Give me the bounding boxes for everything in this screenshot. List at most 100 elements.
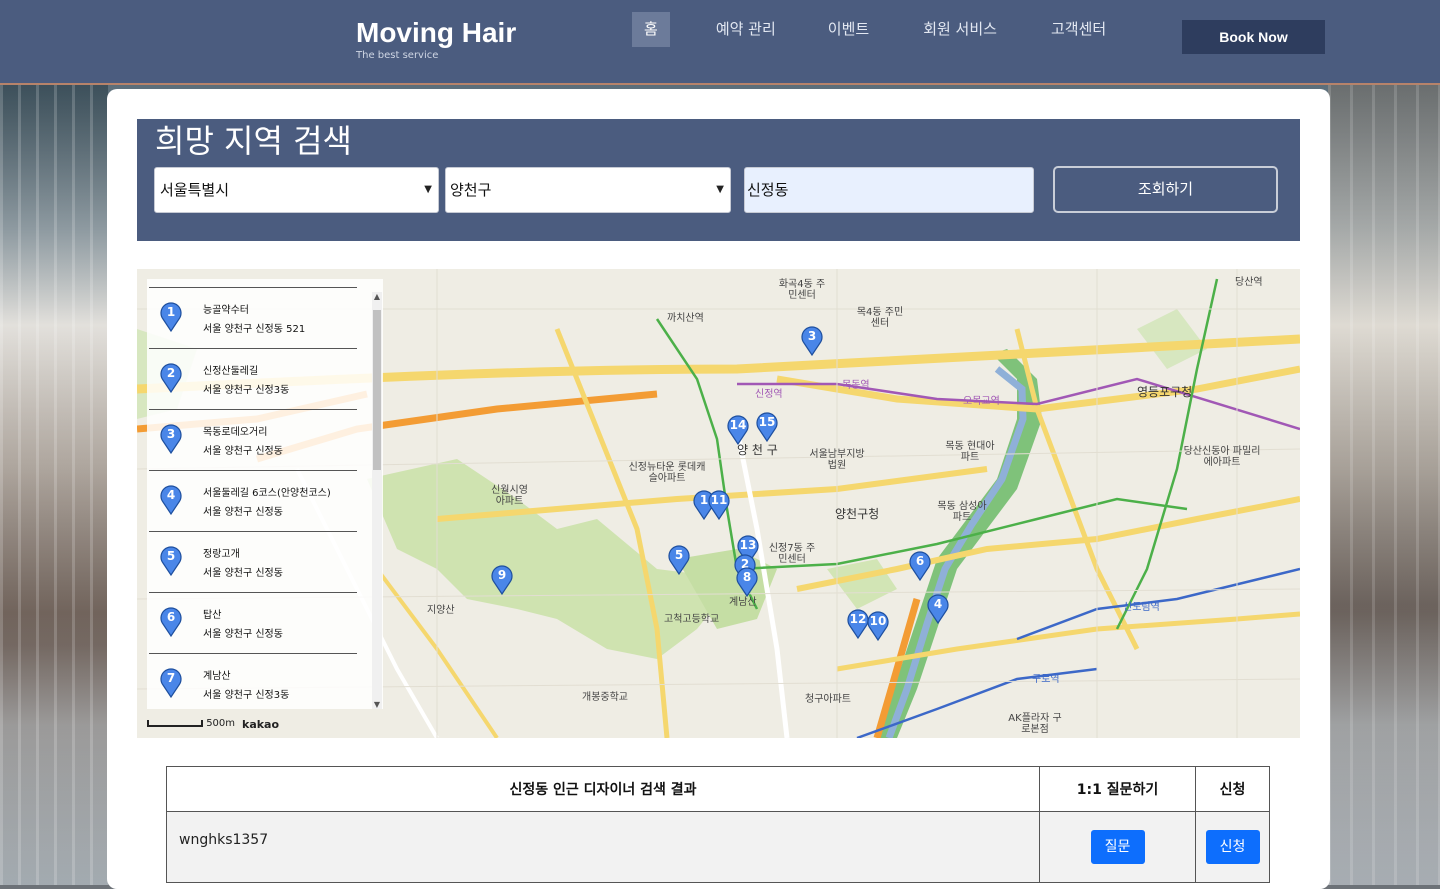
- list-item[interactable]: 5 정랑고개 서울 양천구 신정동: [149, 531, 357, 592]
- map-label-guro-station: 구로역: [1032, 674, 1060, 685]
- map-marker-6[interactable]: 6: [908, 551, 932, 581]
- list-item-name: 목동로데오거리: [203, 427, 268, 438]
- city-select[interactable]: 서울특별시 ▼: [154, 167, 439, 213]
- list-item-address: 서울 양천구 신정동: [203, 507, 283, 518]
- map-label-ak-plaza: AK플라자 구로본점: [1008, 713, 1062, 735]
- map-marker-label: 15: [758, 415, 776, 429]
- map-label-yangcheon-gucheong: 양천구청: [835, 507, 880, 521]
- nav-item-event[interactable]: 이벤트: [810, 12, 887, 47]
- search-button[interactable]: 조회하기: [1053, 166, 1278, 213]
- marker-4-icon: 4: [159, 485, 183, 515]
- list-item-address: 서울 양천구 신정동: [203, 629, 283, 640]
- qna-cell: 질문: [1039, 811, 1196, 883]
- list-item[interactable]: 3 목동로데오거리 서울 양천구 신정동: [149, 409, 357, 470]
- list-item-address: 서울 양천구 신정3동: [203, 690, 290, 701]
- marker-7-icon: 7: [159, 668, 183, 698]
- list-item-name: 신정산둘레길: [203, 366, 259, 377]
- col-header-apply: 신청: [1195, 766, 1270, 812]
- list-item-address: 서울 양천구 신정동 521: [203, 324, 306, 335]
- map-label-sinjeong7: 신정7동 주민센터: [768, 543, 816, 565]
- nav-item-customer-center[interactable]: 고객센터: [1033, 12, 1124, 47]
- list-item-name: 탑산: [203, 610, 222, 621]
- background-right-building: [1328, 85, 1440, 885]
- list-item[interactable]: 1 능골약수터 서울 양천구 신정동 521: [149, 287, 357, 348]
- map-marker-10[interactable]: 10: [866, 611, 890, 641]
- map-marker-label: 5: [674, 548, 684, 562]
- brand-name: Moving Hair: [356, 17, 517, 48]
- list-item-address: 서울 양천구 신정동: [203, 568, 283, 579]
- book-now-button[interactable]: Book Now: [1182, 20, 1325, 54]
- col-header-qna: 1:1 질문하기: [1039, 766, 1196, 812]
- nav-item-reservation[interactable]: 예약 관리: [698, 12, 794, 47]
- map-marker-label: 3: [807, 329, 817, 343]
- scrollbar-thumb[interactable]: [373, 310, 381, 470]
- designer-id: wnghks1357: [166, 811, 1040, 883]
- city-select-value: 서울특별시: [160, 181, 230, 199]
- map-label-cheonggu-apt: 청구아파트: [805, 694, 851, 705]
- table-header-row: 신정동 인근 디자이너 검색 결과 1:1 질문하기 신청: [166, 766, 1270, 812]
- list-item[interactable]: 4 서울둘레길 6코스(안양천코스) 서울 양천구 신정동: [149, 470, 357, 531]
- chevron-down-icon: ▼: [716, 184, 724, 195]
- map-marker-11[interactable]: 11: [707, 490, 731, 520]
- nav-item-home[interactable]: 홈: [632, 12, 670, 47]
- scroll-up-icon[interactable]: ▲: [373, 292, 381, 301]
- map-marker-4[interactable]: 4: [926, 594, 950, 624]
- apply-button[interactable]: 신청: [1205, 830, 1260, 864]
- map-label-mokdong-station: 목동역: [842, 380, 870, 391]
- map-marker-14[interactable]: 14: [726, 415, 750, 445]
- question-button[interactable]: 질문: [1090, 830, 1145, 864]
- map-label-mok4: 목4동 주민센터: [856, 307, 904, 329]
- map-label-yangcheon-gu: 양 천 구: [737, 443, 778, 457]
- top-navbar: Moving Hair The best service 홈 예약 관리 이벤트…: [0, 0, 1440, 85]
- brand-logo[interactable]: Moving Hair The best service: [356, 17, 516, 61]
- map-marker-label: 8: [742, 570, 752, 584]
- map-marker-5[interactable]: 5: [667, 545, 691, 575]
- map-label-sinjeong-station: 신정역: [755, 389, 783, 400]
- map-marker-label: 11: [710, 493, 728, 507]
- map-marker-15[interactable]: 15: [755, 412, 779, 442]
- list-item-name: 서울둘레길 6코스(안양천코스): [203, 488, 331, 499]
- map-label-dangsan-sindong: 당산신동아 파밀리에아파트: [1183, 446, 1261, 468]
- district-select[interactable]: 양천구 ▼: [445, 167, 731, 213]
- marker-3-icon: 3: [159, 424, 183, 454]
- map-label-kkachisan-station: 까치산역: [667, 313, 704, 324]
- list-item[interactable]: 6 탑산 서울 양천구 신정동: [149, 592, 357, 653]
- map-label-omokgyo-station: 오목교역: [963, 396, 1000, 407]
- kakao-map[interactable]: 양 천 구 양천구청 영등포구청 목동역 오목교역 신정역 까치산역 계남산 지…: [137, 269, 1300, 738]
- map-marker-label: 4: [933, 597, 943, 611]
- list-item-name: 능골약수터: [203, 305, 249, 316]
- place-list-panel: 1 능골약수터 서울 양천구 신정동 521 2 신정산둘레길 서울 양천구 신…: [147, 279, 383, 709]
- map-marker-label: 6: [915, 554, 925, 568]
- list-item-address: 서울 양천구 신정동: [203, 446, 283, 457]
- map-scale-bar: 500m: [147, 718, 235, 729]
- map-label-sinwol-siyoung: 신월시영 아파트: [491, 485, 528, 507]
- list-item-address: 서울 양천구 신정3동: [203, 385, 290, 396]
- search-title: 희망 지역 검색: [155, 122, 352, 160]
- marker-5-icon: 5: [159, 546, 183, 576]
- map-label-mokdong-samsung: 목동 삼성아파트: [937, 501, 987, 523]
- map-label-gocheok-school: 고척고등학교: [664, 614, 720, 625]
- map-marker-label: 10: [869, 614, 887, 628]
- list-item-name: 정랑고개: [203, 549, 240, 560]
- map-label-court: 서울남부지방법원: [809, 449, 865, 471]
- map-marker-9[interactable]: 9: [490, 565, 514, 595]
- chevron-down-icon: ▼: [424, 184, 432, 195]
- list-item[interactable]: 2 신정산둘레길 서울 양천구 신정3동: [149, 348, 357, 409]
- designer-results-table: 신정동 인근 디자이너 검색 결과 1:1 질문하기 신청 wnghks1357…: [166, 766, 1270, 883]
- list-item[interactable]: 7 계남산 서울 양천구 신정3동: [149, 653, 357, 709]
- scroll-down-icon[interactable]: ▼: [373, 700, 381, 709]
- brand-tagline: The best service: [356, 50, 439, 61]
- list-scrollbar[interactable]: ▲ ▼: [372, 292, 382, 709]
- map-marker-label: 14: [729, 418, 747, 432]
- kakao-logo: kakao: [242, 718, 280, 731]
- nav-item-member-service[interactable]: 회원 서비스: [905, 12, 1015, 47]
- dong-input[interactable]: 신정동: [744, 167, 1034, 213]
- background-left-building: [0, 85, 108, 885]
- map-label-sinjeong-newtown: 신정뉴타운 롯데캐슬아파트: [628, 462, 706, 484]
- map-marker-label: 13: [739, 538, 757, 552]
- list-item-name: 계남산: [203, 671, 231, 682]
- marker-1-icon: 1: [159, 302, 183, 332]
- map-marker-8[interactable]: 8: [735, 567, 759, 597]
- col-header-title: 신정동 인근 디자이너 검색 결과: [166, 766, 1040, 812]
- map-marker-3[interactable]: 3: [800, 326, 824, 356]
